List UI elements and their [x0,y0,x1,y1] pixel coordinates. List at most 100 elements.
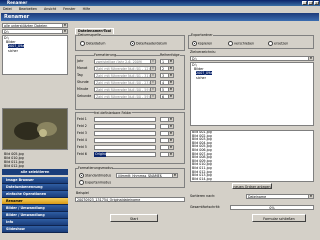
chevron-down-icon: ▼ [168,74,173,77]
list-item[interactable]: Bild 012.jpg [4,164,68,168]
radio-expertenmodus[interactable]: Expertenmodus [79,180,111,186]
tree-item-selected[interactable]: 2007_09a [8,44,25,49]
nav-info[interactable]: Info [2,219,68,226]
window-title: Renamer [7,0,28,5]
new-folder-button[interactable]: neuen Ordner anlegen [232,183,272,189]
chevron-down-icon: ▼ [168,146,173,149]
radio-expertenmodus-label: Expertenmodus [85,180,112,185]
input-feld-2[interactable] [94,124,156,129]
format-title: Formatierung [94,53,117,58]
target-folder-tree[interactable]: D:\ Bilder 2007_09a sicher [190,62,314,126]
nav-renamer[interactable]: Renamer [2,198,68,205]
order-feld-2[interactable]: ▼ [160,124,174,129]
order-title: Reihenfolge [160,53,180,58]
example-label: Beispiel [76,191,89,195]
order-feld-4[interactable]: ▼ [160,138,174,143]
tree-item[interactable]: sicher [3,49,67,53]
select-minute-value: Zahl mit führender Null (00 - 59) [96,88,150,92]
select-jahr[interactable]: zweistellige (Jahr 2-6, 2009) ▼ [94,59,156,64]
select-all-button[interactable]: alle selektieren [2,169,68,175]
label-feld-4: Feld 4 [77,138,87,142]
radio-dateiheaderdatum[interactable]: Dateiheaderdatum [130,41,167,47]
chevron-down-icon: ▼ [168,95,173,98]
select-minute[interactable]: Zahl mit führender Null (00 - 59) ▼ [94,87,156,92]
select-monat[interactable]: Zahl mit führender Null (01 - 12) ▼ [94,66,156,71]
order-sekunde[interactable]: 6 ▼ [160,94,174,99]
menu-bearbeiten[interactable]: Bearbeiten [16,6,40,12]
pattern-select[interactable]: jjjjmmtt_hhmmss_$NAME$ ▼ [116,173,178,178]
input-feld-1[interactable] [94,117,156,122]
label-stunde: Stunde [77,80,89,84]
menu-hilfe[interactable]: Hilfe [80,6,94,12]
radio-kopieren[interactable]: kopieren [192,41,212,47]
order-feld-5[interactable]: ▼ [160,145,174,150]
menu-datei[interactable]: Datei [0,6,15,12]
order-tag-value: 3 [162,74,165,78]
minimize-button[interactable]: _ [302,1,307,5]
nav-bilder-umwandlung-2[interactable]: Bilder / Umwandlung [2,212,68,219]
target-dir-label: Zielverzeichnis: [190,50,216,54]
nav-slideshow[interactable]: Slideshow [2,226,68,233]
order-feld-3[interactable]: ▼ [160,131,174,136]
chevron-down-icon: ▼ [168,132,173,135]
chevron-down-icon: ▼ [150,74,155,77]
chevron-down-icon: ▼ [168,60,173,63]
chevron-down-icon: ▼ [168,81,173,84]
target-title: Exportordner [191,33,213,38]
order-feld-1[interactable]: ▼ [160,117,174,122]
nav-einfache-operationen[interactable]: einfache Operationen [2,191,68,198]
radio-icon [130,41,135,46]
maximize-button[interactable]: □ [308,1,313,5]
order-monat[interactable]: 2 ▼ [160,66,174,71]
nav-image-browser[interactable]: Image Browser [2,177,68,184]
radio-dateidatum[interactable]: Dateidatum [80,41,106,47]
radio-dateidatum-label: Dateidatum [86,41,106,46]
menu-bar: Datei Bearbeiten Ansicht Fenster Hilfe [0,6,320,12]
list-item[interactable]: Bild 014.jpg [191,177,313,181]
example-field: 20070923_131754_Originaldateiname [75,197,185,202]
select-tag[interactable]: Zahl mit führender Null (01 - 31) ▼ [94,73,156,78]
sort-select[interactable]: Dateiname ▼ [246,194,314,199]
file-filter-value: alle unterstützten Dateien [4,24,48,28]
label-jahr: Jahr [77,59,84,63]
order-tag[interactable]: 3 ▼ [160,73,174,78]
input-feld-4[interactable] [94,138,156,143]
select-sekunde[interactable]: Zahl mit führender Null (00 - 59) ▼ [94,94,156,99]
label-feld-6: Feld 6 [77,152,87,156]
start-button[interactable]: Start [110,214,158,222]
menu-fenster[interactable]: Fenster [60,6,78,12]
chevron-down-icon: ▼ [308,57,313,60]
progress-bar: 0% [230,205,314,210]
radio-verschieben[interactable]: verschieben [228,41,254,47]
target-file-list[interactable]: Bild 001.jpg Bild 002.jpg Bild 003.jpg B… [190,130,314,182]
folder-tree[interactable]: D:\ Bilder 2007_09a sicher [2,35,68,75]
drive-select[interactable]: D:\ ▼ [2,29,68,34]
select-sekunde-value: Zahl mit führender Null (00 - 59) [96,95,150,99]
drive-value: D:\ [4,30,9,34]
tree-item-selected[interactable]: 2007_09a [196,71,213,76]
file-filter-select[interactable]: alle unterstützten Dateien ▼ [2,23,68,28]
radio-dateiheaderdatum-label: Dateiheaderdatum [136,41,168,46]
file-list[interactable]: Bild 005.jpg Bild 010.jpg Bild 011.jpg B… [4,152,68,170]
input-feld-5[interactable] [94,145,156,150]
tree-item[interactable]: sicher [191,76,313,80]
order-minute[interactable]: 5 ▼ [160,87,174,92]
chevron-down-icon: ▼ [168,88,173,91]
input-feld-3[interactable] [94,131,156,136]
order-stunde[interactable]: 4 ▼ [160,80,174,85]
nav-dateiumbenennung[interactable]: Dateiumbenennung [2,184,68,191]
radio-icon [79,173,84,178]
radio-standardmodus[interactable]: Standardmodus [79,173,111,179]
progress-value: 0% [269,206,275,210]
nav-bilder-umwandlung[interactable]: Bilder / Umwandlung [2,205,68,212]
close-form-button[interactable]: Formular schließen [252,214,306,222]
chevron-down-icon: ▼ [172,174,177,177]
order-feld-6[interactable]: ▼ [160,152,174,157]
close-window-button[interactable]: × [314,1,319,5]
radio-ersetzen[interactable]: ersetzen [268,41,288,47]
target-drive-select[interactable]: D:\ ▼ [190,56,314,61]
order-stunde-value: 4 [162,81,165,85]
order-jahr[interactable]: 1 ▼ [160,59,174,64]
menu-ansicht[interactable]: Ansicht [41,6,59,12]
select-stunde[interactable]: Zahl mit führender Null (00 - 23) ▼ [94,80,156,85]
